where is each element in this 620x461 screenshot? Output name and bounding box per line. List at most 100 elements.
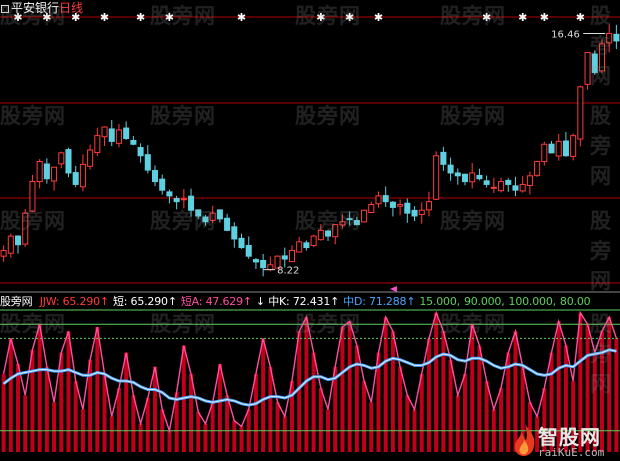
candle-body (224, 217, 231, 231)
candle-body (195, 209, 202, 217)
candle-body (562, 140, 569, 157)
candle-body (375, 195, 382, 205)
candle-body (166, 191, 173, 197)
indicator-item: 90.000, (463, 295, 505, 308)
candle-body (534, 160, 541, 176)
signal-star-icon: ✱ (100, 11, 109, 24)
signal-star-icon: ✱ (540, 11, 549, 24)
period-label[interactable]: 日线 (59, 1, 83, 15)
candle-body (123, 127, 130, 140)
indicator-title[interactable]: 股旁网 (0, 295, 33, 308)
candle-body (87, 149, 94, 167)
candle-body (548, 143, 555, 154)
candle-body (151, 170, 159, 183)
candle-body (418, 209, 425, 216)
candle-body (22, 212, 29, 245)
candle-body (325, 230, 332, 237)
candle-body (425, 201, 432, 211)
indicator-item: 100.000, (508, 295, 557, 308)
toggle-box-icon[interactable] (1, 5, 9, 13)
indicator-item: 15.000, (419, 295, 460, 308)
candle-body (173, 198, 180, 203)
candle-body (447, 164, 454, 174)
candle-body (72, 172, 79, 185)
candle-body (469, 172, 476, 183)
candle-body (94, 135, 101, 153)
candle-body (296, 241, 303, 253)
candle-body (476, 174, 483, 180)
candle-body (361, 209, 368, 223)
candle-body (137, 147, 144, 157)
indicator-item: 短: 65.290↑ (112, 295, 177, 308)
candle-body (303, 242, 310, 249)
candle-body (613, 33, 620, 42)
candle-body (51, 166, 58, 182)
chart-stage: 8.22 16.46 ✱ ✱ ✱ ✱ ✱ ✱ ✱ ✱ ✱ ✱ ✱ ✱ ✱ ✱ 平安银行日线 股旁网 JJW: … (0, 0, 620, 461)
candle-body (382, 195, 389, 203)
candle-body (245, 244, 252, 257)
candle-body (267, 264, 274, 271)
min-price-label: 8.22 (277, 266, 299, 277)
chart-header: 平安银行日线 (0, 0, 83, 16)
candle-body (389, 201, 396, 208)
candle-body (108, 128, 115, 142)
candle-body (584, 51, 591, 85)
candle-body (541, 143, 548, 163)
candle-body (411, 209, 418, 217)
candle-body (577, 86, 584, 140)
candle-body (15, 235, 22, 246)
signal-triangle-icon (389, 286, 397, 292)
candle-body (454, 172, 461, 177)
candle-body (433, 155, 440, 200)
candle-body (209, 212, 216, 221)
candle-body (310, 235, 317, 246)
candle-body (231, 226, 238, 240)
signal-star-icon: ✱ (316, 11, 325, 24)
candle-body (346, 218, 353, 221)
candle-body (180, 198, 187, 201)
signal-star-icon: ✱ (165, 11, 174, 24)
candle-body (29, 181, 36, 212)
candle-body (202, 216, 209, 223)
indicator-items: JJW: 65.290↑ 短: 65.290↑ 短A: 47.629↑ ↓ 中K: 7… (36, 295, 591, 308)
candle-body (260, 259, 267, 269)
candle-body (281, 255, 288, 260)
candle-body (188, 195, 195, 211)
candle-body (159, 178, 166, 191)
candle-body (570, 135, 577, 157)
signal-star-icon: ✱ (518, 11, 527, 24)
candle-body (505, 179, 512, 185)
candle-body (130, 140, 137, 145)
candle-body (461, 173, 469, 183)
candle-body (238, 237, 245, 249)
candle-body (65, 149, 72, 174)
stock-chart-svg: 8.2216.46✱ ✱ ✱ ✱ ✱ ✱ ✱ ✱ ✱ ✱ ✱ ✱ ✱ ✱ (0, 11, 620, 452)
candle-body (512, 185, 519, 191)
candle-body (368, 204, 375, 214)
candle-body (332, 224, 339, 238)
candle-body (526, 175, 533, 187)
indicator-item: 短A: 47.629↑ (180, 295, 252, 308)
candle-body (598, 43, 606, 72)
indicator-item: 中D: 71.288↑ (343, 295, 416, 308)
indicator-item: ↓ 中K: 72.431↑ (255, 295, 340, 308)
candle-body (101, 126, 108, 138)
indicator-legend: 股旁网 JJW: 65.290↑ 短: 65.290↑ 短A: 47.629↑ ↓ 中… (0, 294, 591, 309)
max-price-label: 16.46 (551, 29, 580, 40)
indicator-item: JJW: 65.290↑ (39, 295, 109, 308)
signal-star-icon: ✱ (576, 11, 585, 24)
candle-body (317, 229, 324, 241)
candle-body (115, 129, 122, 144)
candle-body (288, 249, 296, 263)
indicator-item: 80.00 (559, 295, 591, 308)
candle-body (0, 249, 7, 257)
candle-body (397, 204, 404, 207)
candle-body (498, 181, 505, 192)
candle-body (353, 220, 360, 226)
candle-body (591, 53, 598, 74)
candle-body (36, 160, 43, 183)
candle-body (440, 151, 447, 165)
candle-body (58, 152, 65, 165)
signal-star-icon: ✱ (136, 11, 145, 24)
candle-body (404, 202, 411, 214)
